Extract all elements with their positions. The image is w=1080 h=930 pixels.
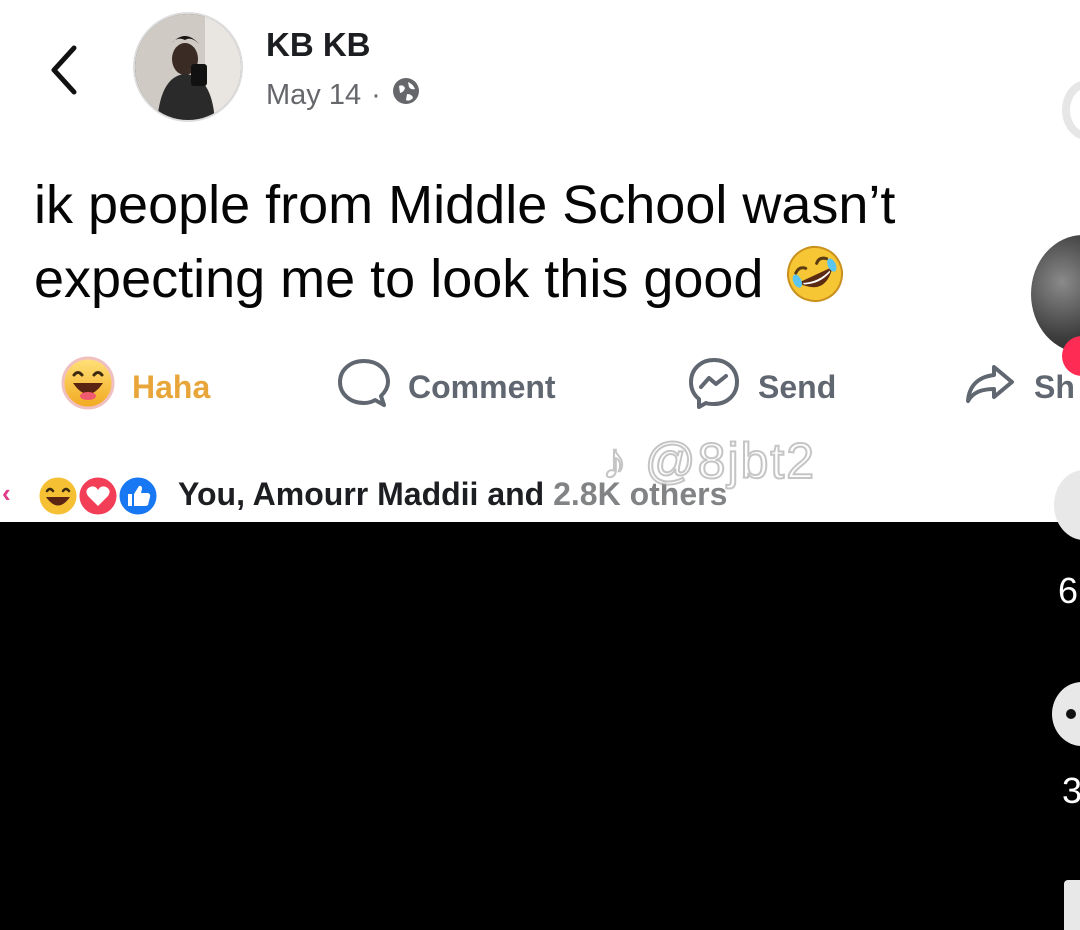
share-button[interactable]: Sh [962,352,1075,422]
reaction-icon-stack [36,474,166,518]
post-body: ik people from Middle School wasn’t expe… [34,168,994,324]
like-count: 6 [1058,570,1079,611]
rolling-on-floor-laughing-icon [784,243,846,324]
arrow-icon: ‹ [2,478,11,508]
comment-icon [336,355,392,419]
post-action-bar: Haha Comment Send Sh [0,352,1080,422]
messenger-icon [686,355,742,419]
haha-icon [60,355,116,419]
post-meta: May 14 · [266,76,421,114]
post-text-line: expecting me to look this good [34,242,994,324]
post-text-line: ik people from Middle School wasn’t [34,175,896,235]
haha-reaction-button[interactable]: Haha [60,352,210,422]
tiktok-logo-icon: ♪ [601,432,629,490]
send-button[interactable]: Send [686,352,836,422]
reaction-names: You, Amourr Maddii and [178,476,554,512]
tiktok-watermark: ♪ @8jbt2 [601,432,817,490]
comment-count: 3 [1062,770,1080,811]
like-icon [116,474,160,518]
comment-button[interactable]: Comment [336,352,556,422]
haha-icon [36,474,80,518]
bookmark-icon[interactable] [1064,880,1080,930]
author-name[interactable]: KB KB [266,26,371,64]
comment-label: Comment [408,368,556,405]
love-icon [76,474,120,518]
comments-icon[interactable] [1052,682,1080,746]
reaction-summary[interactable]: ‹ You, Amourr Maddii and 2.8K others [0,468,1080,522]
author-avatar[interactable] [133,12,243,122]
globe-icon [391,76,421,114]
back-arrow-icon[interactable] [44,40,88,100]
post-date[interactable]: May 14 [266,79,361,112]
meta-separator: · [371,78,381,111]
side-ring-icon[interactable] [1062,80,1080,140]
watermark-username: @8jbt2 [644,432,817,490]
facebook-post-card: KB KB May 14 · ik people from Middle Sch… [0,0,1080,522]
share-arrow-icon [962,355,1018,419]
send-label: Send [758,368,837,405]
post-text-line-content: expecting me to look this good [34,249,764,309]
share-label: Sh [1034,368,1075,405]
haha-label: Haha [132,368,211,405]
